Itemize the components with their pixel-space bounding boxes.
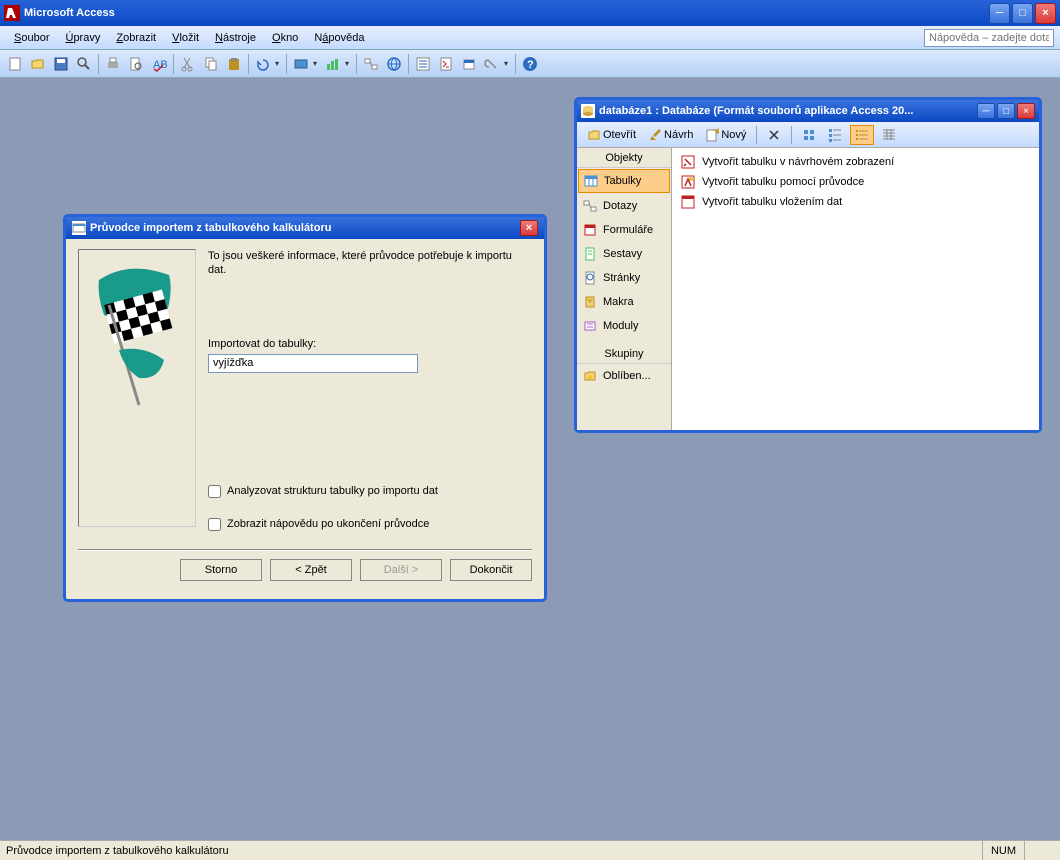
help-search <box>924 29 1054 47</box>
sidebar-item-pages[interactable]: Stránky <box>577 266 671 290</box>
db-details-button[interactable] <box>878 126 900 144</box>
print-icon[interactable] <box>102 53 124 75</box>
create-table-design[interactable]: Vytvořit tabulku v návrhovém zobrazení <box>676 152 1035 172</box>
wizard-content: To jsou veškeré informace, které průvodc… <box>208 249 532 531</box>
sidebar-item-queries[interactable]: Dotazy <box>577 194 671 218</box>
maximize-button[interactable]: □ <box>1012 3 1033 24</box>
copy-icon[interactable] <box>200 53 222 75</box>
statusbar-text: Průvodce importem z tabulkového kalkulát… <box>6 845 229 857</box>
help-icon[interactable]: ? <box>519 53 541 75</box>
db-minimize-button[interactable]: ─ <box>977 103 995 119</box>
db-main: Vytvořit tabulku v návrhovém zobrazení V… <box>672 148 1039 430</box>
db-close-button[interactable]: × <box>1017 103 1035 119</box>
menu-soubor[interactable]: Soubor <box>6 29 57 47</box>
db-maximize-button[interactable]: □ <box>997 103 1015 119</box>
analyze-dropdown[interactable]: ▾ <box>345 59 353 68</box>
db-open-button[interactable]: Otevřít <box>583 126 640 144</box>
office-links-dropdown[interactable]: ▾ <box>313 59 321 68</box>
wizard-titlebar: Průvodce importem z tabulkového kalkulát… <box>66 217 544 239</box>
sidebar-item-forms[interactable]: Formuláře <box>577 218 671 242</box>
create-table-wizard[interactable]: Vytvořit tabulku pomocí průvodce <box>676 172 1035 192</box>
toolbox-icon[interactable] <box>481 53 503 75</box>
help-search-input[interactable] <box>924 29 1054 47</box>
sidebar-item-favorites[interactable]: Oblíben... <box>577 364 671 388</box>
db-design-button[interactable]: Návrh <box>644 126 697 144</box>
sidebar-item-macros[interactable]: Makra <box>577 290 671 314</box>
sidebar-item-reports[interactable]: Sestavy <box>577 242 671 266</box>
database-window: databáze1 : Databáze (Formát souborů apl… <box>574 97 1042 433</box>
menu-zobrazit[interactable]: Zobrazit <box>108 29 164 47</box>
workspace: databáze1 : Databáze (Formát souborů apl… <box>0 78 1060 840</box>
undo-icon[interactable] <box>252 53 274 75</box>
close-button[interactable]: × <box>1035 3 1056 24</box>
app-title: Microsoft Access <box>24 7 989 19</box>
window-buttons: ─ □ × <box>989 3 1056 24</box>
main-toolbar: ABC ▾ ▾ ▾ ▾ ? <box>0 50 1060 78</box>
db-large-icons-button[interactable] <box>798 126 820 144</box>
menu-upravy[interactable]: Úpravy <box>57 29 108 47</box>
menu-napoveda[interactable]: Nápověda <box>306 29 372 47</box>
app-titlebar: Microsoft Access ─ □ × <box>0 0 1060 26</box>
wizard-buttons: Storno < Zpět Další > Dokončit <box>66 559 544 593</box>
db-new-button[interactable]: Nový <box>701 126 750 144</box>
statusbar-num: NUM <box>982 841 1024 860</box>
relationships-icon[interactable] <box>360 53 382 75</box>
analyze-checkbox-row[interactable]: Analyzovat strukturu tabulky po importu … <box>208 485 532 498</box>
cut-icon[interactable] <box>177 53 199 75</box>
import-label: Importovat do tabulky: <box>208 338 532 350</box>
db-list-button[interactable] <box>850 125 874 145</box>
back-button[interactable]: < Zpět <box>270 559 352 581</box>
db-icon <box>581 104 595 118</box>
menu-nastroje[interactable]: Nástroje <box>207 29 264 47</box>
db-titlebar: databáze1 : Databáze (Formát souborů apl… <box>577 100 1039 122</box>
menu-vlozit[interactable]: Vložit <box>164 29 207 47</box>
code-icon[interactable] <box>412 53 434 75</box>
db-small-icons-button[interactable] <box>824 126 846 144</box>
preview-icon[interactable] <box>125 53 147 75</box>
properties-icon[interactable] <box>458 53 480 75</box>
minimize-button[interactable]: ─ <box>989 3 1010 24</box>
cancel-button[interactable]: Storno <box>180 559 262 581</box>
paste-icon[interactable] <box>223 53 245 75</box>
help-checkbox[interactable] <box>208 518 221 531</box>
wizard-title: Průvodce importem z tabulkového kalkulát… <box>90 222 520 234</box>
help-checkbox-row[interactable]: Zobrazit nápovědu po ukončení průvodce <box>208 518 532 531</box>
spelling-icon[interactable]: ABC <box>148 53 170 75</box>
sidebar-item-modules[interactable]: Moduly <box>577 314 671 338</box>
office-links-icon[interactable] <box>290 53 312 75</box>
search-icon[interactable] <box>73 53 95 75</box>
analyze-checkbox[interactable] <box>208 485 221 498</box>
svg-text:?: ? <box>527 59 534 71</box>
menubar: Soubor Úpravy Zobrazit Vložit Nástroje O… <box>0 26 1060 50</box>
wizard-close-button[interactable]: × <box>520 220 538 236</box>
open-icon[interactable] <box>27 53 49 75</box>
sidebar-header-groups: Skupiny <box>577 344 671 364</box>
db-toolbar: Otevřít Návrh Nový <box>577 122 1039 148</box>
undo-dropdown[interactable]: ▾ <box>275 59 283 68</box>
sidebar-item-tables[interactable]: Tabulky <box>578 169 670 193</box>
link-icon[interactable] <box>383 53 405 75</box>
script-icon[interactable] <box>435 53 457 75</box>
wizard-icon <box>72 221 86 235</box>
save-icon[interactable] <box>50 53 72 75</box>
db-title: databáze1 : Databáze (Formát souborů apl… <box>599 105 975 117</box>
wizard-flag-image <box>78 249 196 527</box>
menu-okno[interactable]: Okno <box>264 29 306 47</box>
db-delete-button[interactable] <box>763 126 785 144</box>
analyze-icon[interactable] <box>322 53 344 75</box>
sidebar-header-objects: Objekty <box>577 148 671 168</box>
access-icon <box>4 5 20 21</box>
statusbar: Průvodce importem z tabulkového kalkulát… <box>0 840 1060 860</box>
import-table-input[interactable] <box>208 354 418 373</box>
create-table-data[interactable]: Vytvořit tabulku vložením dat <box>676 192 1035 212</box>
new-icon[interactable] <box>4 53 26 75</box>
toolbox-dropdown[interactable]: ▾ <box>504 59 512 68</box>
db-sidebar: Objekty Tabulky Dotazy Formuláře Sestavy… <box>577 148 672 430</box>
wizard-info-text: To jsou veškeré informace, které průvodc… <box>208 249 532 278</box>
import-wizard-dialog: Průvodce importem z tabulkového kalkulát… <box>63 214 547 602</box>
finish-button[interactable]: Dokončit <box>450 559 532 581</box>
next-button: Další > <box>360 559 442 581</box>
